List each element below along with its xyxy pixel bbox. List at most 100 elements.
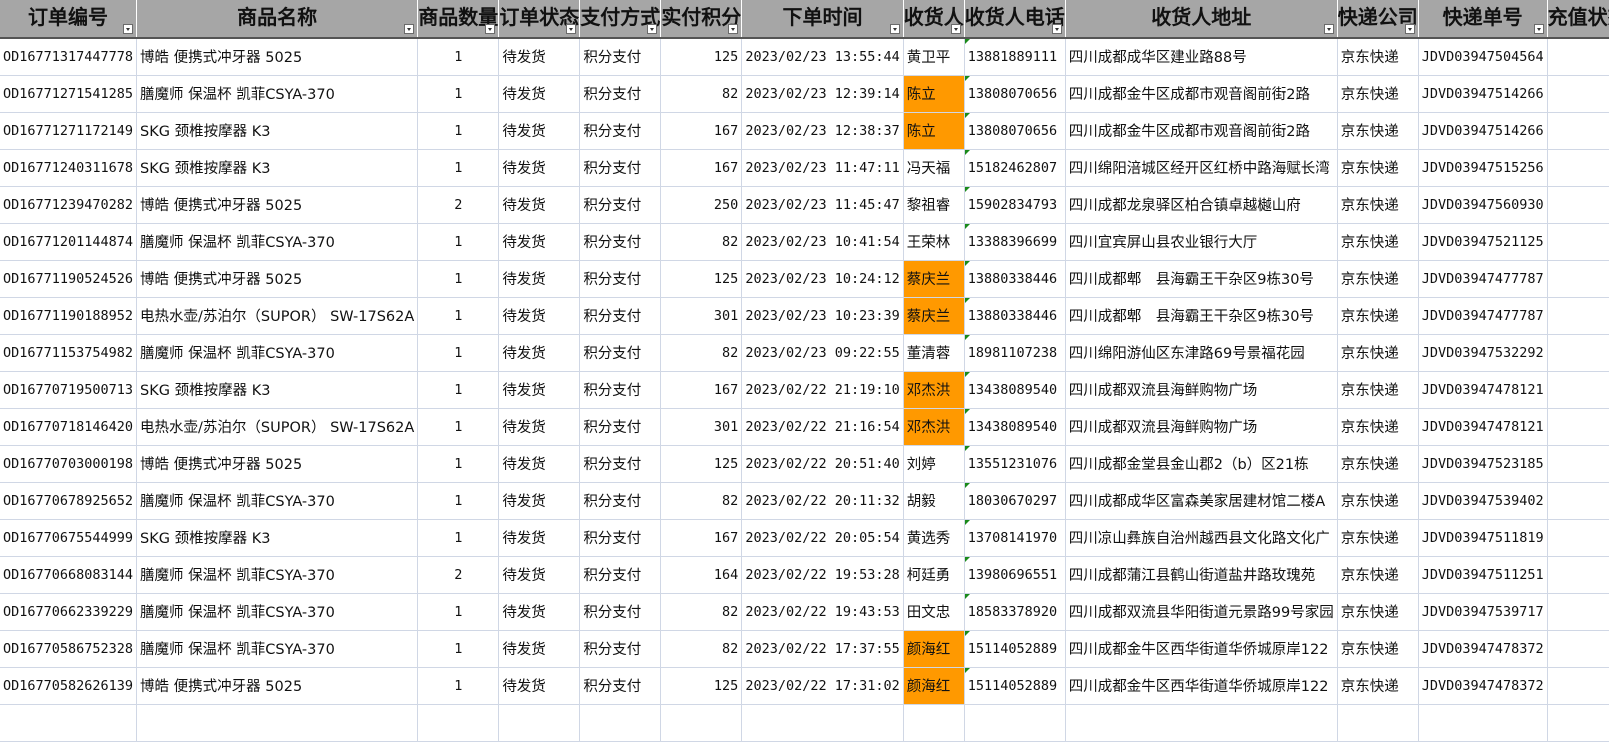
tracking-number-cell[interactable]: JDVD03947521125	[1418, 223, 1548, 261]
recipient-name-cell[interactable]: 陈立	[903, 112, 965, 150]
points-paid-cell[interactable]: 125	[660, 260, 743, 298]
recipient-phone-cell[interactable]: 15182462807	[964, 149, 1066, 187]
tracking-number-cell[interactable]: JDVD03947478121	[1418, 371, 1548, 409]
order-time-cell[interactable]: 2023/02/23 10:23:39	[741, 297, 904, 335]
points-paid-cell[interactable]: 301	[660, 297, 743, 335]
order-status-cell[interactable]: 待发货	[498, 445, 581, 483]
recharge-status-cell[interactable]	[1547, 408, 1609, 446]
order-id-cell[interactable]: OD16771240311678	[0, 149, 138, 187]
column-header[interactable]: 支付方式	[579, 0, 662, 39]
payment-method-cell[interactable]: 积分支付	[579, 445, 662, 483]
recipient-name-cell[interactable]: 柯廷勇	[903, 556, 965, 594]
order-status-cell[interactable]: 待发货	[498, 38, 581, 76]
product-name-cell[interactable]: 博皓 便携式冲牙器 5025	[136, 445, 419, 483]
recipient-address-cell[interactable]: 四川成都龙泉驿区柏合镇卓越樾山府	[1065, 186, 1338, 224]
filter-dropdown-icon[interactable]	[950, 24, 961, 34]
order-status-cell[interactable]: 待发货	[498, 149, 581, 187]
recharge-status-cell[interactable]	[1547, 556, 1609, 594]
recipient-name-cell[interactable]: 蔡庆兰	[903, 297, 965, 335]
order-id-cell[interactable]: OD16770678925652	[0, 482, 138, 520]
filter-dropdown-icon[interactable]	[647, 24, 658, 34]
recharge-status-cell[interactable]	[1547, 519, 1609, 557]
recipient-address-cell[interactable]: 四川成都金牛区西华街道华侨城原岸122	[1065, 630, 1338, 668]
recipient-address-cell[interactable]: 四川成都双流县海鲜购物广场	[1065, 371, 1338, 409]
recipient-name-cell[interactable]: 冯天福	[903, 149, 965, 187]
courier-cell[interactable]: 京东快递	[1337, 260, 1419, 298]
recipient-address-cell[interactable]: 四川成都双流县华阳街道元景路99号家园	[1065, 593, 1338, 631]
order-time-cell[interactable]: 2023/02/23 12:38:37	[741, 112, 904, 150]
recipient-name-cell[interactable]: 黄卫平	[903, 38, 965, 76]
order-id-cell[interactable]: OD16770719500713	[0, 371, 138, 409]
tracking-number-cell[interactable]: JDVD03947539402	[1418, 482, 1548, 520]
order-time-cell[interactable]: 2023/02/23 09:22:55	[741, 334, 904, 372]
recharge-status-cell[interactable]	[1547, 667, 1609, 705]
filter-dropdown-icon[interactable]	[1404, 24, 1415, 34]
column-header[interactable]: 订单编号	[0, 0, 138, 39]
product-name-cell[interactable]: SKG 颈椎按摩器 K3	[136, 112, 419, 150]
points-paid-cell[interactable]: 167	[660, 519, 743, 557]
points-paid-cell[interactable]: 125	[660, 667, 743, 705]
tracking-number-cell[interactable]: JDVD03947523185	[1418, 445, 1548, 483]
order-status-cell[interactable]: 待发货	[498, 223, 581, 261]
payment-method-cell[interactable]: 积分支付	[579, 630, 662, 668]
quantity-cell[interactable]: 1	[417, 630, 500, 668]
points-paid-cell[interactable]: 167	[660, 149, 743, 187]
recipient-name-cell[interactable]: 陈立	[903, 75, 965, 113]
order-status-cell[interactable]: 待发货	[498, 186, 581, 224]
tracking-number-cell[interactable]: JDVD03947539717	[1418, 593, 1548, 631]
recharge-status-cell[interactable]	[1547, 371, 1609, 409]
quantity-cell[interactable]: 1	[417, 334, 500, 372]
quantity-cell[interactable]: 1	[417, 667, 500, 705]
order-time-cell[interactable]: 2023/02/22 17:37:55	[741, 630, 904, 668]
order-status-cell[interactable]: 待发货	[498, 371, 581, 409]
order-id-cell[interactable]: OD16771201144874	[0, 223, 138, 261]
recipient-name-cell[interactable]: 田文忠	[903, 593, 965, 631]
quantity-cell[interactable]: 1	[417, 38, 500, 76]
product-name-cell[interactable]: SKG 颈椎按摩器 K3	[136, 149, 419, 187]
order-status-cell[interactable]: 待发货	[498, 334, 581, 372]
product-name-cell[interactable]: 膳魔师 保温杯 凯菲CSYA-370	[136, 593, 419, 631]
product-name-cell[interactable]: SKG 颈椎按摩器 K3	[136, 371, 419, 409]
order-status-cell[interactable]: 待发货	[498, 112, 581, 150]
empty-cell[interactable]	[903, 704, 965, 742]
payment-method-cell[interactable]: 积分支付	[579, 186, 662, 224]
recipient-address-cell[interactable]: 四川成都双流县海鲜购物广场	[1065, 408, 1338, 446]
recipient-name-cell[interactable]: 胡毅	[903, 482, 965, 520]
recipient-phone-cell[interactable]: 13880338446	[964, 260, 1066, 298]
product-name-cell[interactable]: 膳魔师 保温杯 凯菲CSYA-370	[136, 223, 419, 261]
recipient-phone-cell[interactable]: 18981107238	[964, 334, 1066, 372]
recipient-name-cell[interactable]: 颜海红	[903, 667, 965, 705]
payment-method-cell[interactable]: 积分支付	[579, 556, 662, 594]
filter-dropdown-icon[interactable]	[728, 24, 739, 34]
recharge-status-cell[interactable]	[1547, 223, 1609, 261]
order-time-cell[interactable]: 2023/02/23 10:41:54	[741, 223, 904, 261]
courier-cell[interactable]: 京东快递	[1337, 593, 1419, 631]
recharge-status-cell[interactable]	[1547, 593, 1609, 631]
tracking-number-cell[interactable]: JDVD03947532292	[1418, 334, 1548, 372]
recharge-status-cell[interactable]	[1547, 482, 1609, 520]
order-time-cell[interactable]: 2023/02/23 12:39:14	[741, 75, 904, 113]
points-paid-cell[interactable]: 82	[660, 223, 743, 261]
payment-method-cell[interactable]: 积分支付	[579, 593, 662, 631]
recharge-status-cell[interactable]	[1547, 297, 1609, 335]
points-paid-cell[interactable]: 164	[660, 556, 743, 594]
recipient-phone-cell[interactable]: 13808070656	[964, 112, 1066, 150]
courier-cell[interactable]: 京东快递	[1337, 519, 1419, 557]
column-header[interactable]: 快递单号	[1418, 0, 1548, 39]
order-id-cell[interactable]: OD16771239470282	[0, 186, 138, 224]
payment-method-cell[interactable]: 积分支付	[579, 260, 662, 298]
recipient-name-cell[interactable]: 颜海红	[903, 630, 965, 668]
filter-dropdown-icon[interactable]	[404, 24, 415, 34]
recipient-address-cell[interactable]: 四川绵阳涪城区经开区红桥中路海赋长湾	[1065, 149, 1338, 187]
tracking-number-cell[interactable]: JDVD03947477787	[1418, 297, 1548, 335]
order-status-cell[interactable]: 待发货	[498, 519, 581, 557]
recipient-phone-cell[interactable]: 13551231076	[964, 445, 1066, 483]
order-id-cell[interactable]: OD16771153754982	[0, 334, 138, 372]
order-id-cell[interactable]: OD16770582626139	[0, 667, 138, 705]
recipient-address-cell[interactable]: 四川成都金牛区成都市观音阁前街2路	[1065, 75, 1338, 113]
recharge-status-cell[interactable]	[1547, 260, 1609, 298]
payment-method-cell[interactable]: 积分支付	[579, 149, 662, 187]
payment-method-cell[interactable]: 积分支付	[579, 371, 662, 409]
recipient-address-cell[interactable]: 四川宜宾屏山县农业银行大厅	[1065, 223, 1338, 261]
column-header[interactable]: 实付积分	[660, 0, 743, 39]
